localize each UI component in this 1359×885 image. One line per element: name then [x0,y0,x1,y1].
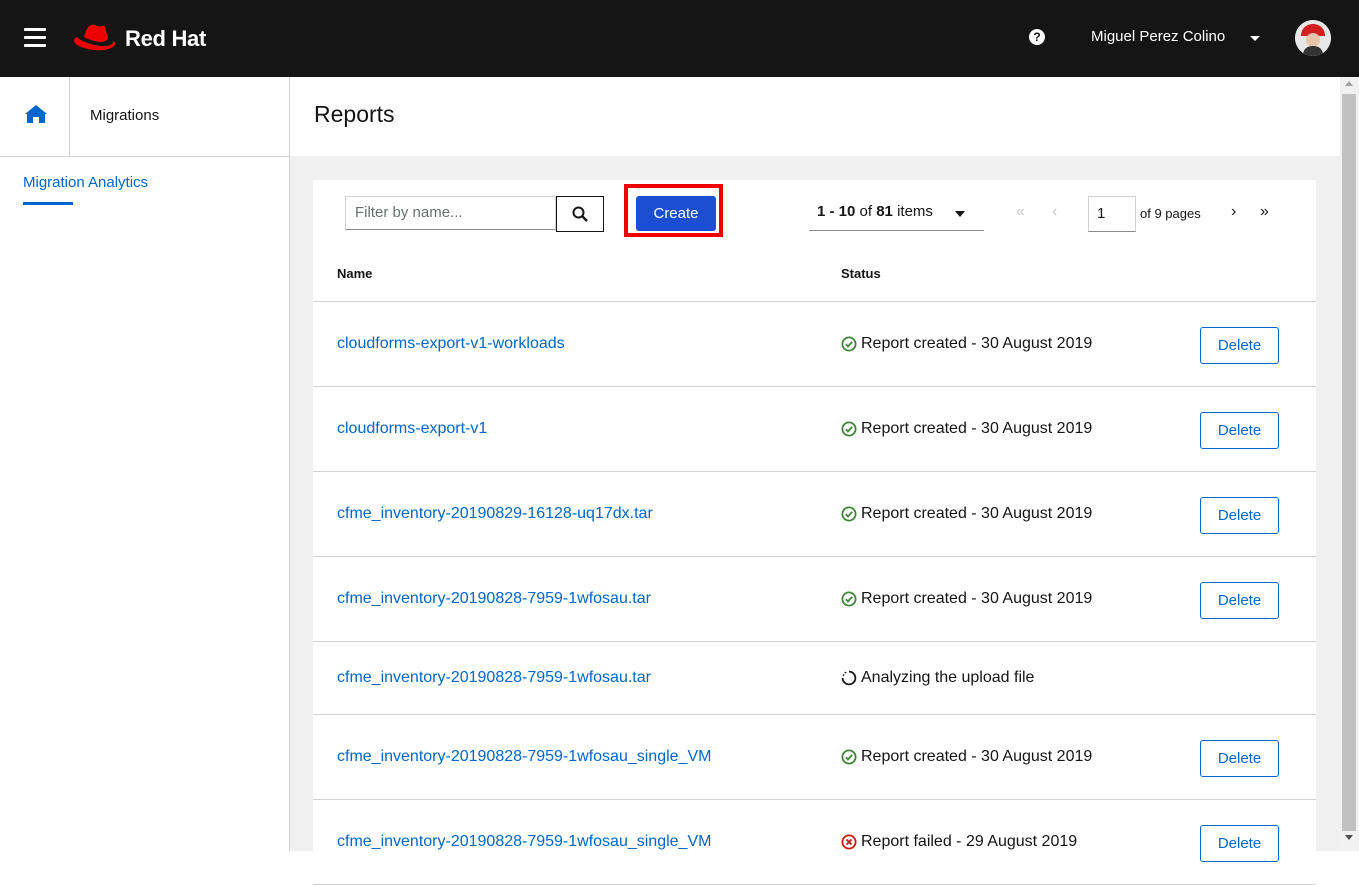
page-count: of 9 pages [1140,206,1201,221]
report-name-link[interactable]: cfme_inventory-20190828-7959-1wfosau_sin… [337,833,711,851]
status-text: Report created - 30 August 2019 [861,748,1093,765]
reports-card: Filter by name... Create 1 - 10 of 81 it… [313,180,1316,885]
report-name-link[interactable]: cloudforms-export-v1-workloads [337,335,565,353]
active-nav-indicator [23,202,73,205]
page-number-input[interactable]: 1 [1088,196,1136,232]
hamburger-icon[interactable] [24,28,46,48]
status-cell: Report failed - 29 August 2019 [841,833,1077,851]
page-header: Reports [290,77,1340,156]
scroll-up-icon[interactable] [1345,81,1353,86]
status-cell: Report created - 30 August 2019 [841,420,1092,438]
scrollbar[interactable] [1340,77,1359,851]
delete-button[interactable]: Delete [1200,825,1279,862]
last-page-icon[interactable]: » [1260,202,1269,222]
create-button[interactable]: Create [636,196,716,231]
table-row: cloudforms-export-v1 Report created - 30 … [313,387,1316,472]
delete-button[interactable]: Delete [1200,412,1279,449]
brand-logo[interactable]: Red Hat [71,20,206,58]
times-circle-icon [841,834,857,850]
sidebar-header: Migrations [0,77,289,157]
pagination-total: 81 [876,203,893,220]
redhat-fedora-icon [73,24,116,51]
status-text: Analyzing the upload file [861,669,1035,686]
scroll-thumb[interactable] [1342,94,1356,831]
table-row: cfme_inventory-20190828-7959-1wfosau_sin… [313,800,1316,885]
spinner-icon [841,670,857,686]
status-cell: Report created - 30 August 2019 [841,335,1092,353]
user-menu-name[interactable]: Miguel Perez Colino [1091,28,1225,45]
masthead: Red Hat ? Miguel Perez Colino [0,0,1359,77]
brand-name: Red Hat [125,26,207,51]
table-row: cfme_inventory-20190828-7959-1wfosau.tar… [313,642,1316,715]
status-cell: Report created - 30 August 2019 [841,748,1092,766]
check-circle-icon [841,591,857,607]
check-circle-icon [841,421,857,437]
caret-down-icon [955,211,965,217]
check-circle-icon [841,506,857,522]
report-name-link[interactable]: cfme_inventory-20190829-16128-uq17dx.tar [337,505,653,523]
delete-button[interactable]: Delete [1200,582,1279,619]
check-circle-icon [841,336,857,352]
table-row: cloudforms-export-v1-workloads Report cre… [313,302,1316,387]
status-text: Report created - 30 August 2019 [861,335,1093,352]
home-icon [25,105,47,123]
sidebar-item-migration-analytics[interactable]: Migration Analytics [23,174,148,191]
breadcrumb[interactable]: Migrations [90,107,159,124]
home-button[interactable] [0,77,70,156]
delete-button[interactable]: Delete [1200,497,1279,534]
table-row: cfme_inventory-20190828-7959-1wfosau.tar… [313,557,1316,642]
column-header-name: Name [337,266,373,281]
table-row: cfme_inventory-20190828-7959-1wfosau_sin… [313,715,1316,800]
next-page-icon[interactable]: › [1231,202,1236,222]
delete-button[interactable]: Delete [1200,740,1279,777]
search-icon [572,206,588,222]
main-content: Reports Filter by name... Create 1 - 10 … [290,77,1340,885]
status-text: Report failed - 29 August 2019 [861,833,1078,850]
report-name-link[interactable]: cloudforms-export-v1 [337,420,487,438]
sidebar: Migrations Migration Analytics [0,77,290,851]
column-header-status: Status [841,266,881,281]
status-text: Report created - 30 August 2019 [861,590,1093,607]
scroll-down-icon[interactable] [1345,835,1353,840]
status-cell: Report created - 30 August 2019 [841,505,1092,523]
filter-input[interactable]: Filter by name... [345,196,556,230]
pagination-range: 1 - 10 [817,203,856,220]
caret-down-icon[interactable] [1250,36,1260,41]
pagination-items: items [892,203,933,220]
status-cell: Analyzing the upload file [841,669,1034,687]
table-row: cfme_inventory-20190829-16128-uq17dx.tar… [313,472,1316,557]
check-circle-icon [841,749,857,765]
previous-page-icon[interactable]: ‹ [1052,202,1057,222]
question-circle-icon[interactable]: ? [1029,29,1045,45]
pagination-toggle[interactable]: 1 - 10 of 81 items [809,196,984,231]
first-page-icon[interactable]: « [1016,202,1025,222]
page-title: Reports [314,101,395,127]
report-name-link[interactable]: cfme_inventory-20190828-7959-1wfosau_sin… [337,748,711,766]
status-cell: Report created - 30 August 2019 [841,590,1092,608]
delete-button[interactable]: Delete [1200,327,1279,364]
status-text: Report created - 30 August 2019 [861,420,1093,437]
avatar[interactable] [1295,20,1331,56]
report-name-link[interactable]: cfme_inventory-20190828-7959-1wfosau.tar [337,590,651,608]
status-text: Report created - 30 August 2019 [861,505,1093,522]
report-name-link[interactable]: cfme_inventory-20190828-7959-1wfosau.tar [337,669,651,687]
search-button[interactable] [556,196,604,232]
pagination-of: of [855,203,877,220]
